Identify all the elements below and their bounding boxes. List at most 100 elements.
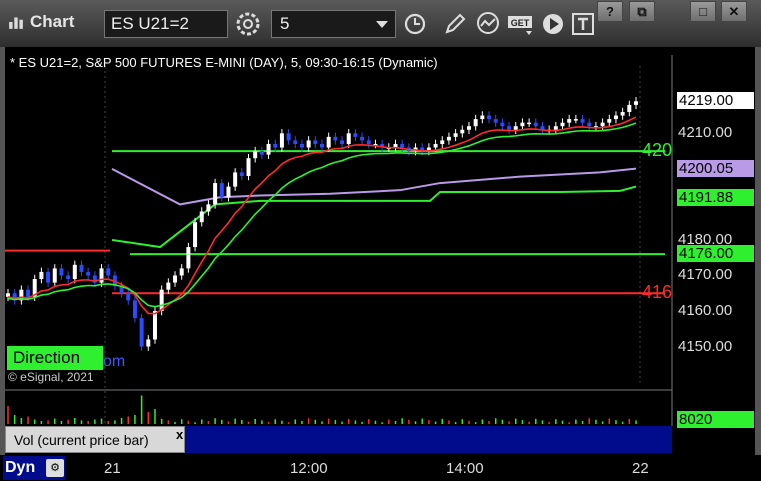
time-button[interactable] bbox=[400, 10, 430, 38]
y-tick-label: 4170.00 bbox=[678, 266, 733, 284]
candle-body bbox=[273, 143, 278, 148]
candle-body bbox=[466, 126, 471, 130]
y-tick-label: 4210.00 bbox=[678, 124, 733, 142]
vwap-line bbox=[111, 167, 637, 206]
candle-body bbox=[400, 143, 405, 148]
candle-body bbox=[306, 140, 311, 148]
candle-body bbox=[613, 115, 618, 120]
candle-body bbox=[513, 126, 518, 130]
candle-body bbox=[279, 133, 284, 148]
maximize-button[interactable]: □ bbox=[690, 1, 716, 22]
candle-body bbox=[146, 339, 151, 347]
candle-body bbox=[353, 133, 358, 137]
candle-body bbox=[533, 122, 538, 127]
candle-body bbox=[493, 119, 498, 123]
gear-icon bbox=[236, 12, 260, 36]
get-button[interactable]: GET bbox=[506, 10, 536, 38]
text-icon bbox=[572, 13, 594, 35]
candle-body bbox=[293, 140, 298, 144]
candle-body bbox=[620, 111, 625, 116]
candle-body bbox=[193, 222, 198, 248]
candle-body bbox=[480, 115, 485, 120]
candle-body bbox=[132, 300, 137, 319]
candle-body bbox=[453, 133, 458, 137]
candle-body bbox=[239, 172, 244, 176]
candle-body bbox=[500, 122, 505, 127]
play-icon bbox=[543, 14, 563, 34]
candle-body bbox=[199, 211, 204, 223]
candle-body bbox=[520, 122, 525, 127]
candle-body bbox=[553, 126, 558, 130]
candle-body bbox=[266, 143, 271, 155]
candle-body bbox=[587, 122, 592, 127]
candle-body bbox=[186, 247, 191, 269]
help-button[interactable]: ? bbox=[597, 1, 623, 22]
clock-icon bbox=[404, 13, 426, 35]
lock-icon[interactable]: ⚙ bbox=[46, 459, 64, 477]
candle-body bbox=[580, 119, 585, 123]
candle-body bbox=[313, 140, 318, 144]
settings-button[interactable] bbox=[233, 10, 263, 38]
interval-value: 5 bbox=[280, 14, 290, 33]
y-tick-label: 4150.00 bbox=[678, 337, 733, 355]
chevron-down-icon bbox=[376, 21, 388, 28]
candle-body bbox=[346, 133, 351, 144]
direction-link[interactable]: om bbox=[103, 353, 125, 371]
candle-body bbox=[440, 140, 445, 144]
y-tick-label: 4191.88 bbox=[677, 188, 754, 206]
svg-text:GET: GET bbox=[511, 18, 530, 28]
volume-close-button[interactable]: x bbox=[176, 427, 183, 442]
volume-value-tag: 8020 bbox=[677, 411, 754, 428]
volume-label-box: Vol (current price bar) x bbox=[5, 426, 185, 453]
candle-body bbox=[173, 275, 178, 283]
candle-body bbox=[527, 122, 532, 125]
y-tick-label: 4219.00 bbox=[677, 92, 754, 110]
candle-body bbox=[72, 264, 77, 280]
candle-body bbox=[326, 136, 331, 148]
candle-body bbox=[106, 268, 111, 276]
close-button[interactable]: ✕ bbox=[721, 1, 747, 22]
y-tick-label: 4176.00 bbox=[677, 245, 754, 263]
draw-button[interactable] bbox=[440, 10, 470, 38]
replay-button[interactable] bbox=[538, 10, 568, 38]
candle-body bbox=[627, 104, 632, 112]
candle-body bbox=[52, 268, 57, 283]
candle-body bbox=[573, 119, 578, 121]
candle-body bbox=[126, 293, 131, 301]
candle-body bbox=[299, 143, 304, 148]
left-border bbox=[0, 47, 5, 481]
candle-body bbox=[46, 271, 51, 283]
candle-body bbox=[226, 186, 231, 198]
direction-badge: Direction bbox=[7, 346, 103, 370]
candle-body bbox=[507, 126, 512, 130]
x-tick-1400: 14:00 bbox=[446, 460, 484, 477]
candle-body bbox=[152, 311, 157, 340]
x-tick-21: 21 bbox=[104, 460, 121, 477]
restore-button[interactable]: ⧉ bbox=[629, 1, 655, 22]
candle-body bbox=[259, 151, 264, 155]
candle-body bbox=[446, 136, 451, 141]
candle-body bbox=[219, 183, 224, 198]
candle-body bbox=[213, 183, 218, 205]
candle-body bbox=[59, 268, 64, 276]
chart-header: * ES U21=2, S&P 500 FUTURES E-MINI (DAY)… bbox=[10, 55, 438, 70]
y-tick-label: 4200.05 bbox=[677, 159, 754, 177]
price-chart[interactable] bbox=[0, 47, 761, 481]
candle-body bbox=[634, 101, 638, 105]
candle-body bbox=[39, 271, 44, 280]
chart-app-icon bbox=[9, 17, 23, 29]
studies-button[interactable] bbox=[474, 10, 504, 38]
candle-body bbox=[233, 172, 238, 187]
y-tick-label: 4160.00 bbox=[678, 302, 733, 320]
interval-select[interactable]: 5 bbox=[271, 10, 396, 38]
candle-body bbox=[166, 282, 171, 290]
level-label-red: 416 bbox=[642, 282, 673, 303]
candle-body bbox=[340, 140, 345, 144]
symbol-input[interactable]: ES U21=2 bbox=[104, 10, 228, 38]
candle-body bbox=[79, 264, 84, 272]
candle-body bbox=[26, 289, 31, 297]
candle-body bbox=[139, 318, 144, 347]
text-button[interactable] bbox=[570, 10, 600, 38]
candle-body bbox=[487, 115, 492, 120]
right-border bbox=[755, 47, 761, 481]
